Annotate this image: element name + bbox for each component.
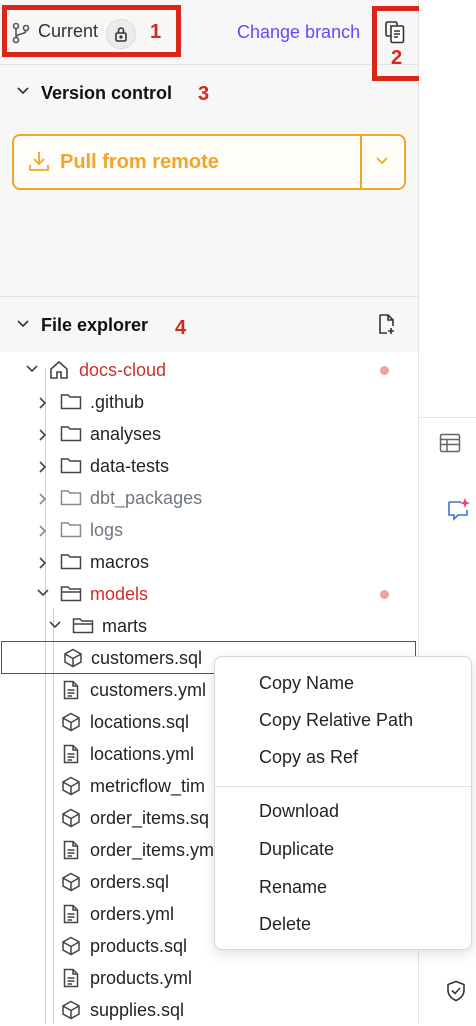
cube-icon: [61, 872, 81, 892]
pull-from-remote-split-button: Pull from remote: [12, 134, 406, 190]
tree-item-label: dbt_packages: [90, 488, 203, 508]
tree-item-label: locations.sql: [90, 712, 190, 732]
cube-icon: [61, 1000, 81, 1020]
tree-item-label: .github: [90, 392, 145, 412]
folder-icon: [60, 488, 82, 506]
tree-item-label: metricflow_tim: [90, 776, 206, 796]
folder-icon: [60, 552, 82, 570]
change-branch-link[interactable]: Change branch: [237, 22, 360, 43]
tree-item-docs-cloud[interactable]: docs-cloud: [0, 354, 418, 386]
download-icon: [28, 150, 50, 172]
folder-icon: [60, 520, 82, 538]
sparkle-chat-icon[interactable]: [446, 497, 472, 523]
tree-item-label: locations.yml: [90, 744, 195, 764]
tree-item-marts[interactable]: marts: [0, 610, 418, 642]
version-control-header[interactable]: Version control 3: [0, 64, 418, 120]
menu-item-delete[interactable]: Delete: [259, 914, 311, 935]
document-icon: [63, 744, 79, 764]
new-file-icon[interactable]: [378, 313, 396, 335]
tree-item-label: products.yml: [90, 968, 193, 988]
cube-icon: [63, 648, 83, 668]
tree-item-supplies-sql[interactable]: supplies.sql: [0, 994, 418, 1026]
tree-item-label: order_items.sq: [90, 808, 210, 828]
tree-item-logs[interactable]: logs: [0, 514, 418, 546]
tree-item-macros[interactable]: macros: [0, 546, 418, 578]
chevron-down-icon: [48, 620, 62, 630]
tree-item-label: data-tests: [90, 456, 170, 476]
tree-item-data-tests[interactable]: data-tests: [0, 450, 418, 482]
folder-icon: [60, 424, 82, 442]
tree-item-products-yml[interactable]: products.yml: [0, 962, 418, 994]
folder-open-icon: [72, 616, 94, 634]
pull-from-remote-label: Pull from remote: [60, 151, 219, 173]
tree-item-models[interactable]: models: [0, 578, 418, 610]
chevron-down-icon: [16, 86, 30, 96]
menu-item-copy-name[interactable]: Copy Name: [259, 673, 354, 694]
tree-item-dbt-packages[interactable]: dbt_packages: [0, 482, 418, 514]
table-icon[interactable]: [439, 433, 461, 453]
chevron-down-icon: [25, 364, 39, 374]
rail-divider: [419, 417, 476, 418]
tree-item-label: order_items.ym: [90, 840, 215, 860]
shield-check-icon[interactable]: [446, 980, 466, 1002]
chevron-down-icon: [376, 157, 388, 165]
tree-item-label: macros: [90, 552, 150, 572]
tree-item-label: logs: [90, 520, 124, 540]
pull-options-dropdown[interactable]: [362, 136, 404, 188]
menu-item-copy-relative-path[interactable]: Copy Relative Path: [259, 710, 413, 731]
document-icon: [63, 680, 79, 700]
callout-number-1: 1: [150, 21, 162, 43]
chevron-right-icon: [38, 396, 48, 410]
callout-number-3: 3: [198, 83, 210, 105]
menu-separator: [215, 786, 471, 787]
menu-item-duplicate[interactable]: Duplicate: [259, 839, 334, 860]
menu-item-download[interactable]: Download: [259, 801, 339, 822]
pull-from-remote-button[interactable]: Pull from remote: [14, 136, 360, 188]
tree-item-label: orders.yml: [90, 904, 175, 924]
chevron-down-icon: [16, 319, 30, 329]
cube-icon: [61, 808, 81, 828]
tree-item-label: orders.sql: [90, 872, 170, 892]
chevron-right-icon: [38, 524, 48, 538]
modified-dot: [380, 590, 389, 599]
chevron-right-icon: [38, 492, 48, 506]
cube-icon: [61, 936, 81, 956]
callout-number-4: 4: [175, 317, 187, 339]
folder-icon: [60, 456, 82, 474]
version-control-title: Version control: [41, 83, 173, 103]
tree-item-label: marts: [102, 616, 147, 636]
chevron-right-icon: [38, 460, 48, 474]
tree-item-label: customers.yml: [90, 680, 207, 700]
context-menu: Copy Name Copy Relative Path Copy as Ref…: [214, 656, 472, 950]
cube-icon: [61, 776, 81, 796]
file-explorer-header[interactable]: File explorer 4: [0, 296, 418, 352]
tree-item-label: docs-cloud: [79, 360, 167, 380]
tree-item-analyses[interactable]: analyses: [0, 418, 418, 450]
tree-item-label: products.sql: [90, 936, 188, 956]
document-icon: [63, 840, 79, 860]
folder-icon: [60, 392, 82, 410]
folder-open-icon: [60, 584, 82, 602]
document-icon: [63, 968, 79, 988]
tree-item-label: customers.sql: [91, 648, 203, 668]
cube-icon: [61, 712, 81, 732]
document-icon: [63, 904, 79, 924]
chevron-right-icon: [38, 428, 48, 442]
file-explorer-title: File explorer: [41, 315, 149, 335]
menu-item-rename[interactable]: Rename: [259, 877, 327, 898]
chevron-down-icon: [36, 588, 50, 598]
tree-item-label: supplies.sql: [90, 1000, 185, 1020]
menu-item-copy-as-ref[interactable]: Copy as Ref: [259, 747, 358, 768]
tree-item-github[interactable]: .github: [0, 386, 418, 418]
tree-item-label: analyses: [90, 424, 162, 444]
home-icon: [49, 360, 69, 380]
modified-dot: [380, 366, 389, 375]
chevron-right-icon: [38, 556, 48, 570]
tree-item-label: models: [90, 584, 149, 604]
